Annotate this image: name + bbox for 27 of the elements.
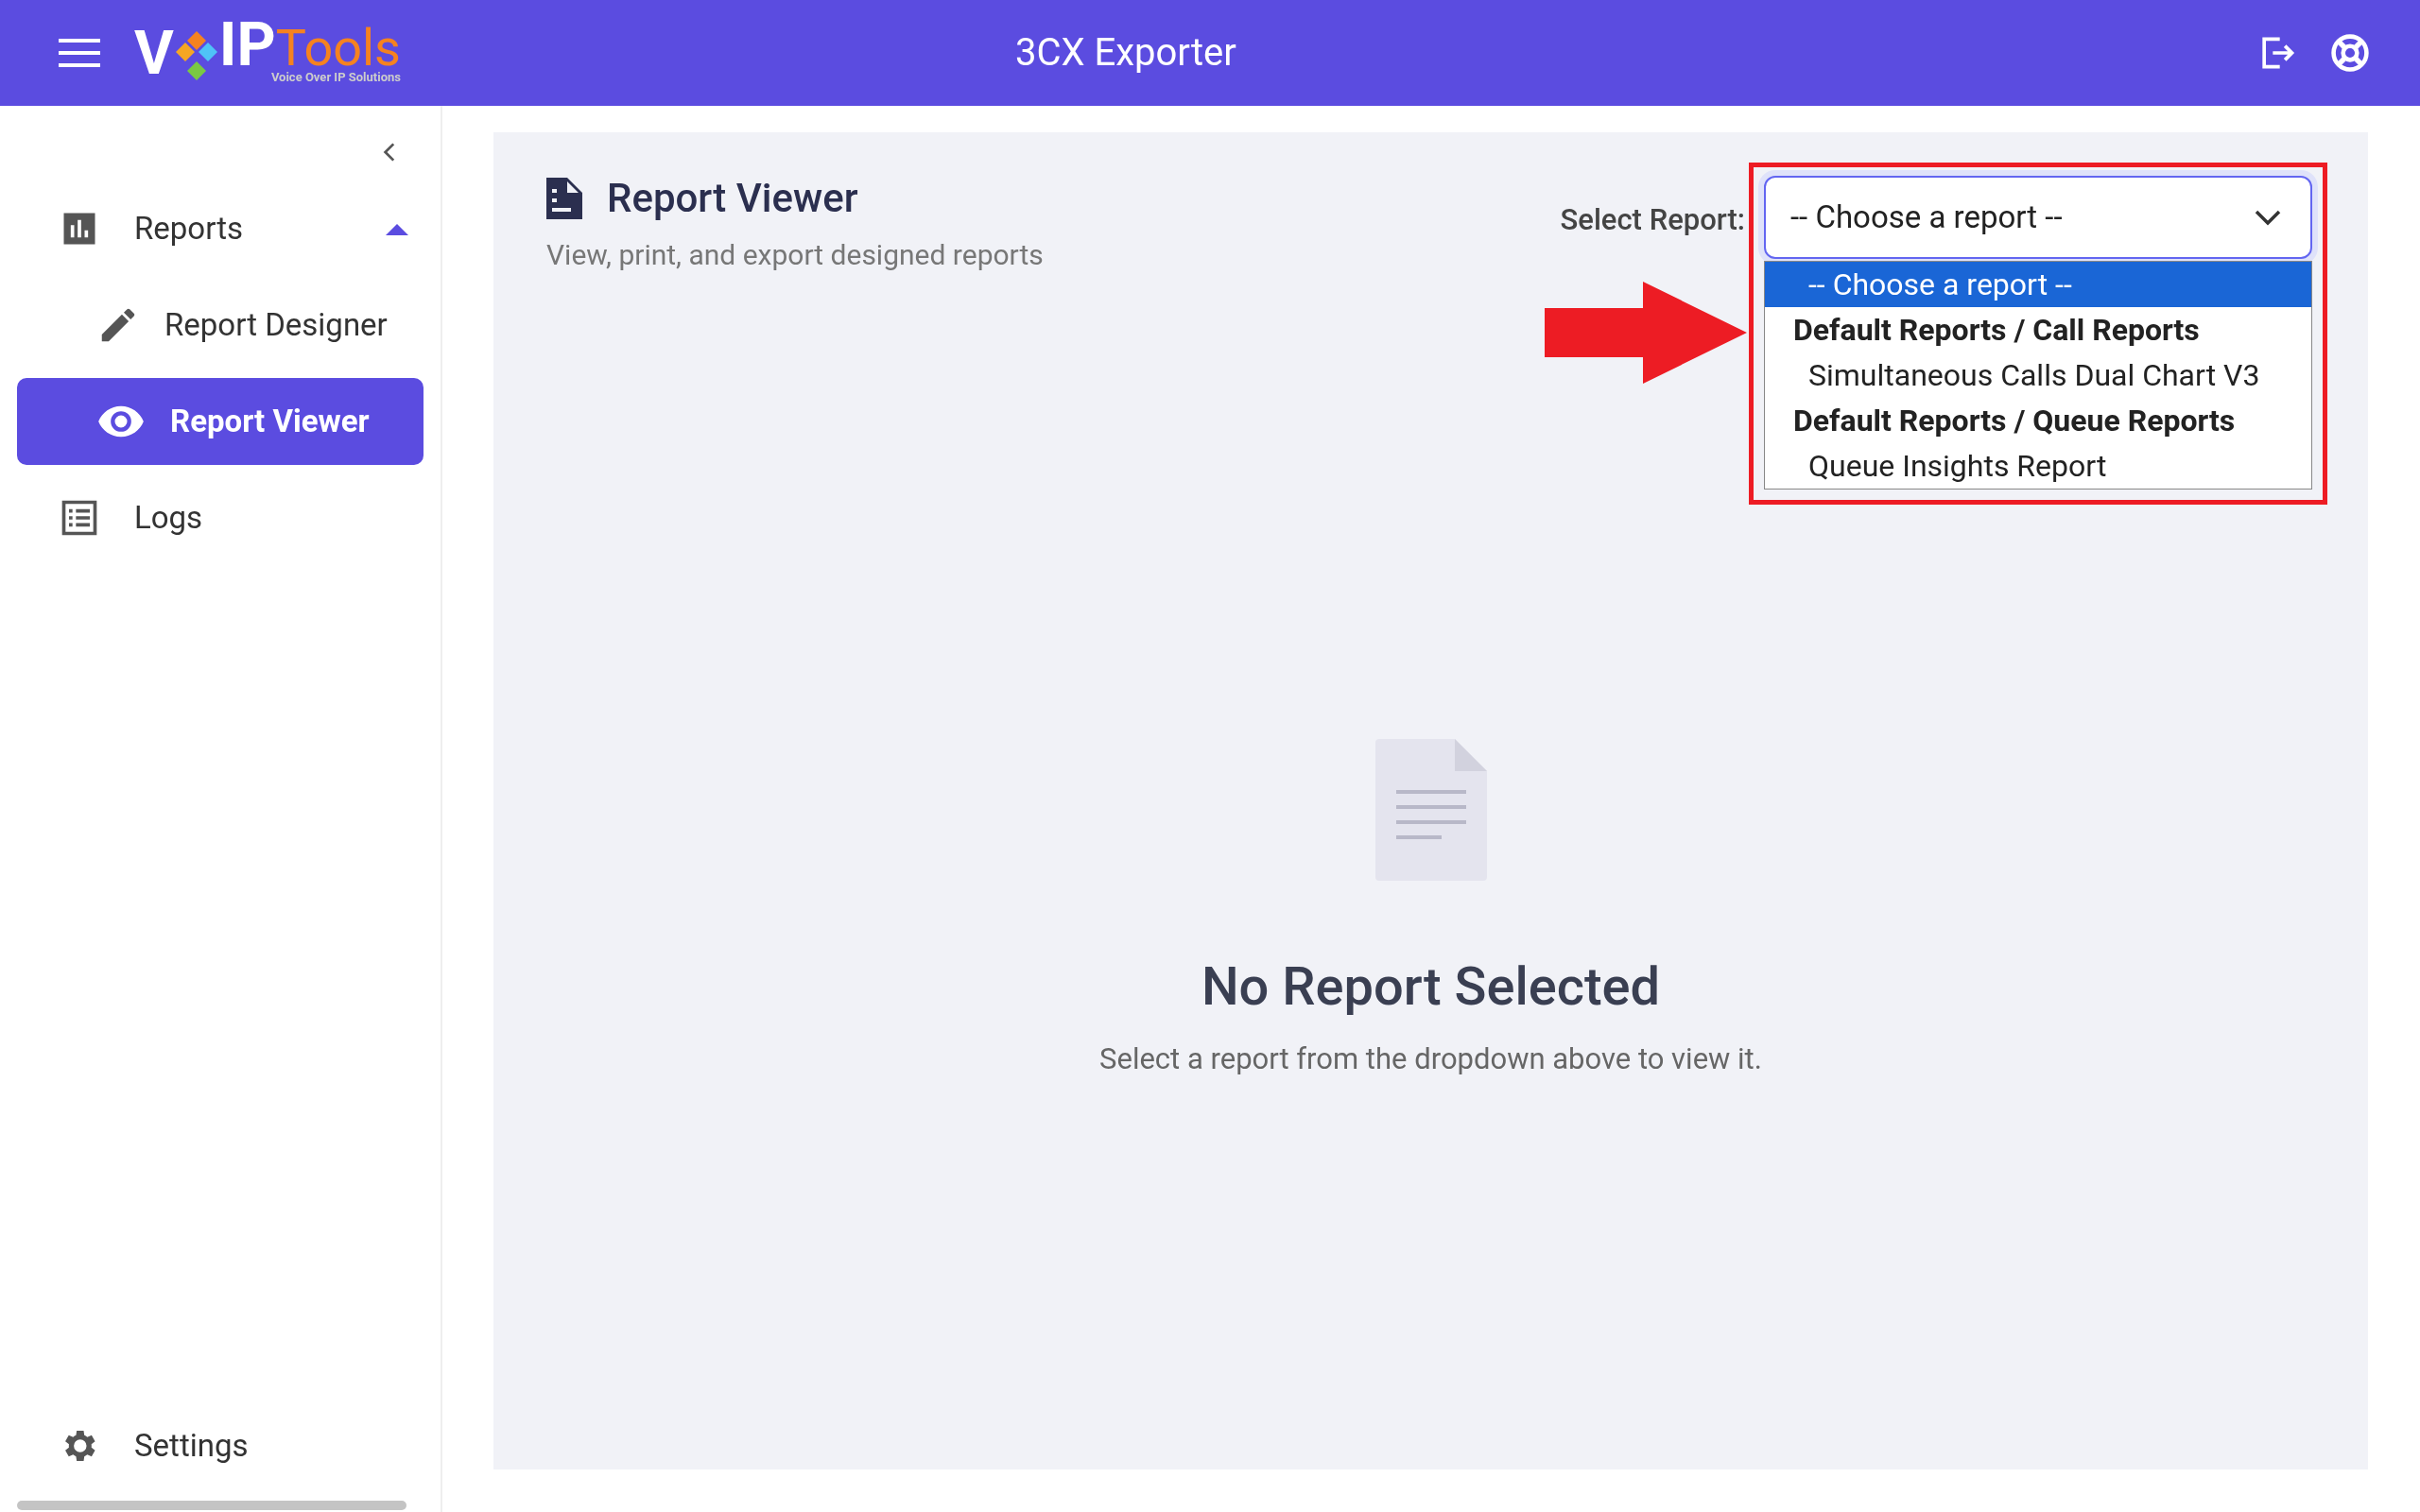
option-group-label: Default Reports / Call Reports bbox=[1792, 311, 2201, 350]
logo-tagline: Voice Over IP Solutions bbox=[270, 71, 401, 84]
dropdown-option[interactable]: -- Choose a report -- bbox=[1765, 262, 2311, 307]
sidebar-item[interactable]: Report Viewer bbox=[17, 378, 424, 465]
caret-up-icon[interactable] bbox=[386, 222, 408, 235]
page-title: Report Viewer bbox=[607, 174, 858, 223]
sidebar-item[interactable]: Reports bbox=[17, 185, 424, 272]
logo-letter: V bbox=[134, 24, 174, 84]
menu-icon[interactable] bbox=[59, 39, 100, 67]
scrollbar[interactable] bbox=[17, 1501, 406, 1510]
dropdown-option[interactable]: Queue Insights Report bbox=[1765, 443, 2311, 489]
sidebar-item[interactable]: Logs bbox=[17, 474, 424, 561]
select-label: Select Report: bbox=[1560, 201, 1745, 239]
dropdown-option[interactable]: Simultaneous Calls Dual Chart V3 bbox=[1765, 352, 2311, 398]
sidebar-item[interactable]: Report Designer bbox=[17, 282, 424, 369]
logo-letters: IP bbox=[218, 22, 276, 69]
app-title: 3CX Exporter bbox=[1015, 29, 1236, 77]
sidebar-item[interactable]: Settings bbox=[17, 1408, 424, 1484]
logo-word: Tools bbox=[275, 27, 401, 69]
option-group-label: Default Reports / Queue Reports bbox=[1792, 402, 2237, 440]
document-icon bbox=[546, 177, 582, 219]
page-subtitle: View, print, and export designed reports bbox=[546, 237, 1044, 273]
empty-state-title: No Report Selected bbox=[1201, 954, 1661, 1020]
empty-document-icon bbox=[1374, 739, 1487, 881]
lifebuoy-icon[interactable] bbox=[2329, 32, 2371, 74]
chevron-down-icon bbox=[2254, 209, 2282, 226]
empty-state-message: Select a report from the dropdown above to view it. bbox=[1099, 1040, 1762, 1078]
